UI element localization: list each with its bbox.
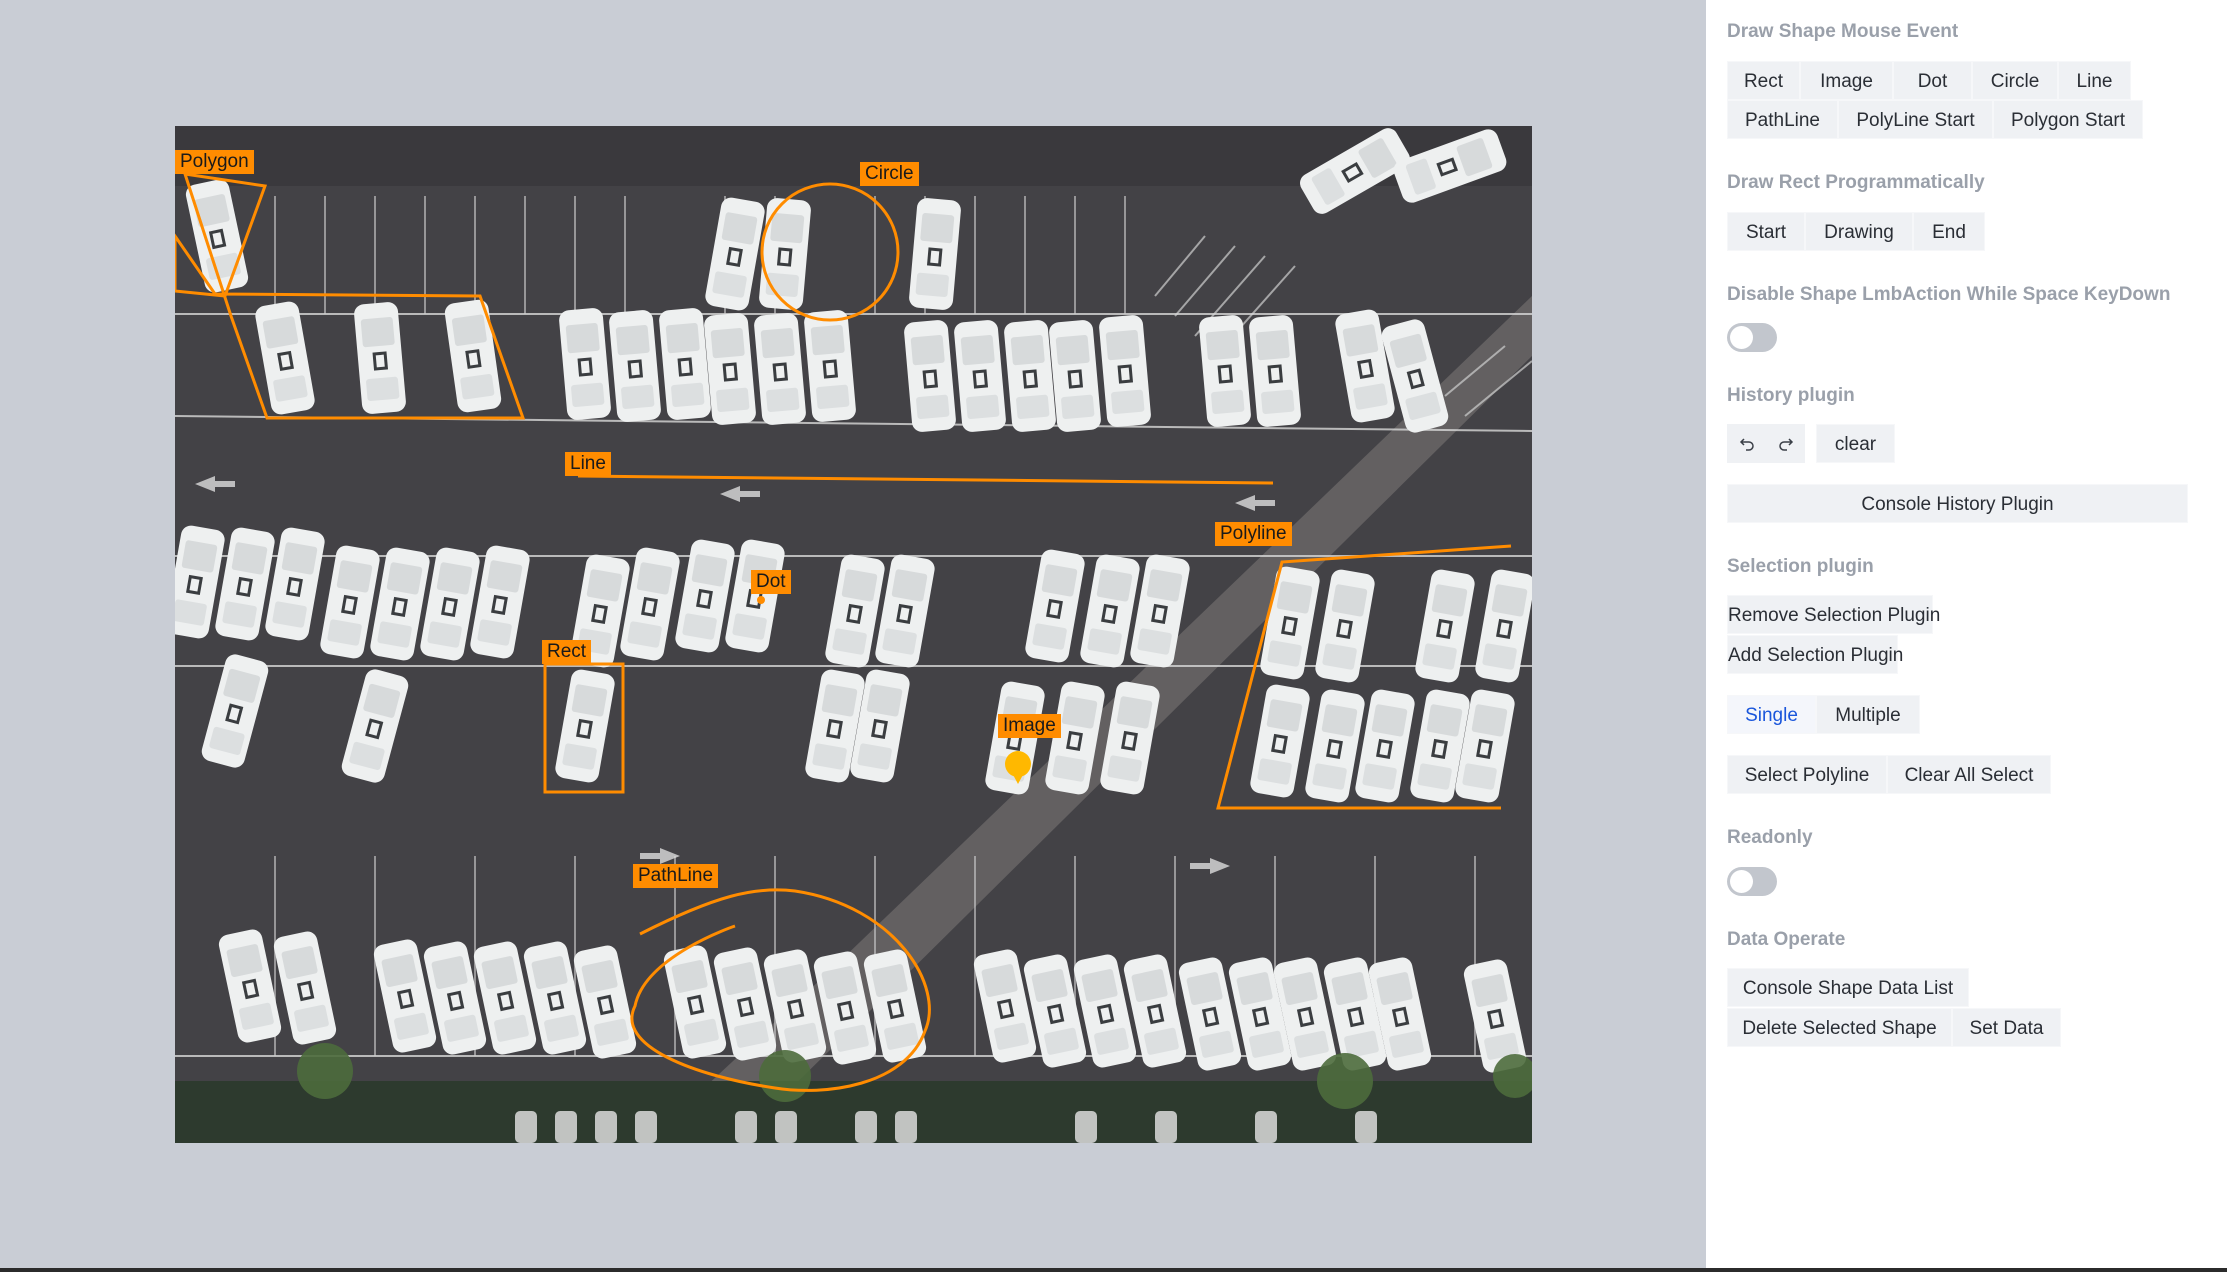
- pathline-label: PathLine: [633, 864, 719, 888]
- console-history-button[interactable]: Console History Plugin: [1727, 484, 2188, 523]
- canvas-stage[interactable]: Polygon Circle Line Polyline Dot Rect Im…: [0, 0, 1706, 1268]
- aerial-parking-image[interactable]: Polygon Circle Line Polyline Dot Rect Im…: [175, 126, 1532, 1143]
- set-data-button[interactable]: Set Data: [1952, 1008, 2061, 1047]
- rect-end-button[interactable]: End: [1913, 212, 1985, 251]
- draw-line-button[interactable]: Line: [2058, 61, 2131, 100]
- undo-button[interactable]: [1727, 424, 1766, 463]
- image-label: Image: [998, 714, 1061, 738]
- dot-label: Dot: [751, 570, 791, 594]
- polygon-start-button[interactable]: Polygon Start: [1993, 100, 2143, 139]
- toggle-knob: [1730, 326, 1753, 349]
- readonly-toggle[interactable]: [1727, 867, 1777, 896]
- console-shape-data-button[interactable]: Console Shape Data List: [1727, 968, 1969, 1007]
- history-title: History plugin: [1727, 385, 1855, 406]
- remove-selection-plugin-button[interactable]: Remove Selection Plugin: [1727, 595, 1940, 634]
- select-polyline-button[interactable]: Select Polyline: [1727, 755, 1887, 794]
- redo-button[interactable]: [1766, 424, 1805, 463]
- delete-selected-shape-button[interactable]: Delete Selected Shape: [1727, 1008, 1952, 1047]
- circle-label: Circle: [860, 162, 919, 186]
- draw-rect-button[interactable]: Rect: [1727, 61, 1800, 100]
- control-panel: Draw Shape Mouse Event Rect Image Dot Ci…: [1706, 0, 2227, 1268]
- disable-space-toggle[interactable]: [1727, 323, 1777, 352]
- redo-icon: [1778, 437, 1793, 451]
- toggle-knob: [1730, 870, 1753, 893]
- polyline-start-button[interactable]: PolyLine Start: [1838, 100, 1993, 139]
- clear-all-select-button[interactable]: Clear All Select: [1887, 755, 2051, 794]
- undo-icon: [1739, 437, 1754, 451]
- rect-drawing-button[interactable]: Drawing: [1805, 212, 1913, 251]
- parking-lot-illustration: [175, 126, 1532, 1143]
- polyline-label: Polyline: [1215, 522, 1292, 546]
- draw-dot-button[interactable]: Dot: [1893, 61, 1972, 100]
- dot-shape[interactable]: [757, 596, 765, 604]
- polygon-label: Polygon: [175, 150, 254, 174]
- add-selection-plugin-button[interactable]: Add Selection Plugin: [1727, 635, 1903, 674]
- rect-start-button[interactable]: Start: [1727, 212, 1805, 251]
- draw-pathline-button[interactable]: PathLine: [1727, 100, 1838, 139]
- draw-mouse-title: Draw Shape Mouse Event: [1727, 21, 1959, 42]
- line-label: Line: [565, 452, 611, 476]
- rect-label: Rect: [542, 640, 592, 664]
- readonly-title: Readonly: [1727, 827, 1813, 848]
- multiple-mode-button[interactable]: Multiple: [1816, 695, 1920, 734]
- draw-rect-programmatic-title: Draw Rect Programmatically: [1727, 172, 1985, 193]
- single-mode-button[interactable]: Single: [1727, 695, 1816, 734]
- disable-space-title: Disable Shape LmbAction While Space KeyD…: [1727, 284, 2171, 305]
- history-clear-button[interactable]: clear: [1816, 424, 1895, 463]
- data-operate-title: Data Operate: [1727, 929, 1846, 950]
- selection-title: Selection plugin: [1727, 556, 1874, 577]
- draw-circle-button[interactable]: Circle: [1972, 61, 2058, 100]
- draw-image-button[interactable]: Image: [1800, 61, 1893, 100]
- bottom-divider: [0, 1268, 2227, 1272]
